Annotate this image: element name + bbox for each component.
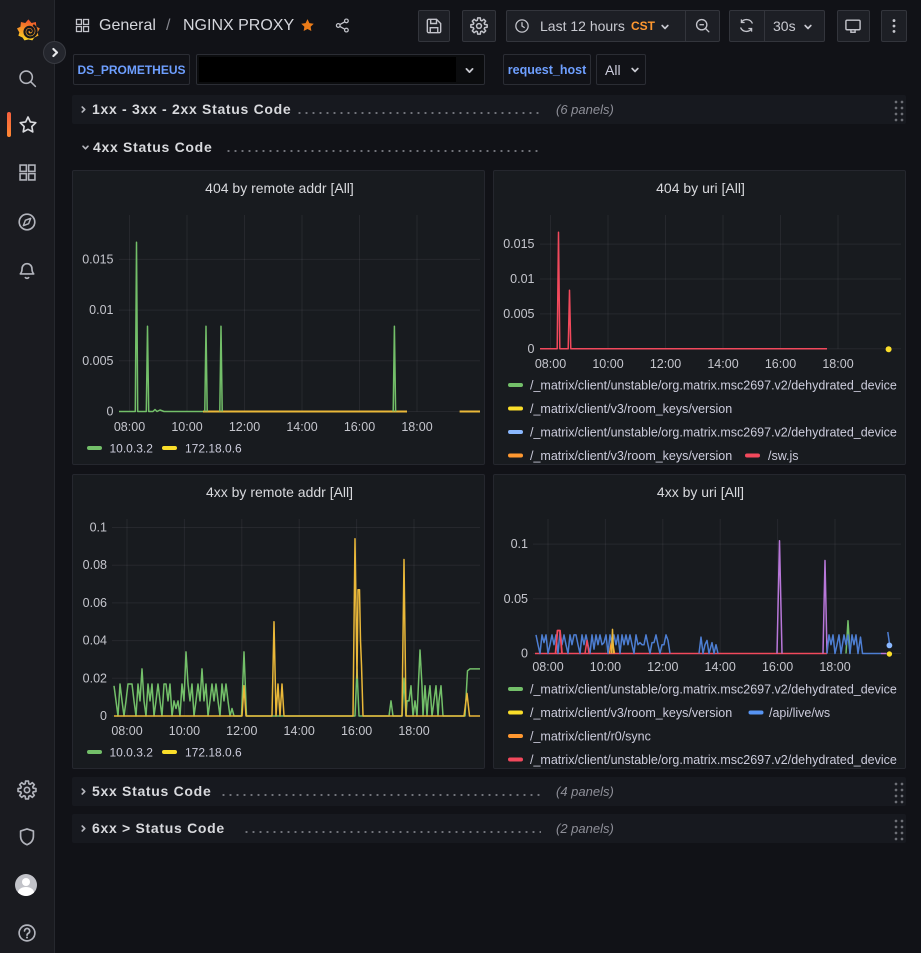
svg-text:10:00: 10:00 [171,420,202,434]
svg-text:4xx by uri [All]: 4xx by uri [All] [657,484,744,500]
svg-text:0.1: 0.1 [511,537,528,551]
svg-text:18:00: 18:00 [819,660,850,674]
svg-text:16:00: 16:00 [341,724,372,738]
svg-text:0.005: 0.005 [82,354,113,368]
svg-text:0.015: 0.015 [503,237,534,251]
svg-text:08:00: 08:00 [532,660,563,674]
svg-text:0.01: 0.01 [510,272,534,286]
svg-text:0.05: 0.05 [504,592,528,606]
svg-text:172.18.0.6: 172.18.0.6 [185,442,242,456]
svg-text:0: 0 [100,709,107,723]
svg-text:14:00: 14:00 [705,660,736,674]
svg-text:10.0.3.2: 10.0.3.2 [110,746,154,760]
svg-text:08:00: 08:00 [535,357,566,371]
svg-text:0.08: 0.08 [83,558,107,572]
svg-text:/_matrix/client/unstable/org.m: /_matrix/client/unstable/org.matrix.msc2… [530,683,897,697]
svg-text:/_matrix/client/unstable/org.m: /_matrix/client/unstable/org.matrix.msc2… [530,379,897,393]
svg-text:/_matrix/client/unstable/org.m: /_matrix/client/unstable/org.matrix.msc2… [530,753,897,767]
svg-text:16:00: 16:00 [762,660,793,674]
svg-text:0.005: 0.005 [503,307,534,321]
svg-text:4xx by remote addr [All]: 4xx by remote addr [All] [206,484,353,500]
svg-text:0.01: 0.01 [89,303,113,317]
svg-text:14:00: 14:00 [284,724,315,738]
svg-text:16:00: 16:00 [344,420,375,434]
svg-text:/api/live/ws: /api/live/ws [769,706,830,720]
svg-text:08:00: 08:00 [114,420,145,434]
svg-text:/_matrix/client/r0/sync: /_matrix/client/r0/sync [530,730,651,744]
svg-text:12:00: 12:00 [226,724,257,738]
svg-text:172.18.0.6: 172.18.0.6 [185,746,242,760]
svg-text:0: 0 [528,342,535,356]
svg-text:0.1: 0.1 [90,521,107,535]
svg-text:0.02: 0.02 [83,671,107,685]
svg-text:0: 0 [521,647,528,661]
svg-text:18:00: 18:00 [822,357,853,371]
svg-text:14:00: 14:00 [707,357,738,371]
svg-text:12:00: 12:00 [647,660,678,674]
svg-text:10:00: 10:00 [169,724,200,738]
svg-text:404 by uri [All]: 404 by uri [All] [656,180,745,196]
svg-text:/_matrix/client/unstable/org.m: /_matrix/client/unstable/org.matrix.msc2… [530,426,897,440]
svg-text:14:00: 14:00 [286,420,317,434]
svg-text:/sw.js: /sw.js [768,449,799,463]
svg-text:12:00: 12:00 [229,420,260,434]
svg-text:10.0.3.2: 10.0.3.2 [110,442,154,456]
svg-text:0: 0 [107,405,114,419]
svg-text:12:00: 12:00 [650,357,681,371]
svg-text:18:00: 18:00 [401,420,432,434]
svg-text:08:00: 08:00 [111,724,142,738]
svg-text:10:00: 10:00 [592,357,623,371]
svg-text:/_matrix/client/v3/room_keys/v: /_matrix/client/v3/room_keys/version [530,402,732,416]
svg-text:0.015: 0.015 [82,252,113,266]
svg-text:0.04: 0.04 [83,634,107,648]
svg-text:10:00: 10:00 [590,660,621,674]
svg-text:404 by remote addr [All]: 404 by remote addr [All] [205,180,354,196]
svg-text:/_matrix/client/v3/room_keys/v: /_matrix/client/v3/room_keys/version [530,706,732,720]
svg-text:18:00: 18:00 [398,724,429,738]
svg-text:16:00: 16:00 [765,357,796,371]
svg-text:0.06: 0.06 [83,596,107,610]
svg-text:/_matrix/client/v3/room_keys/v: /_matrix/client/v3/room_keys/version [530,449,732,463]
